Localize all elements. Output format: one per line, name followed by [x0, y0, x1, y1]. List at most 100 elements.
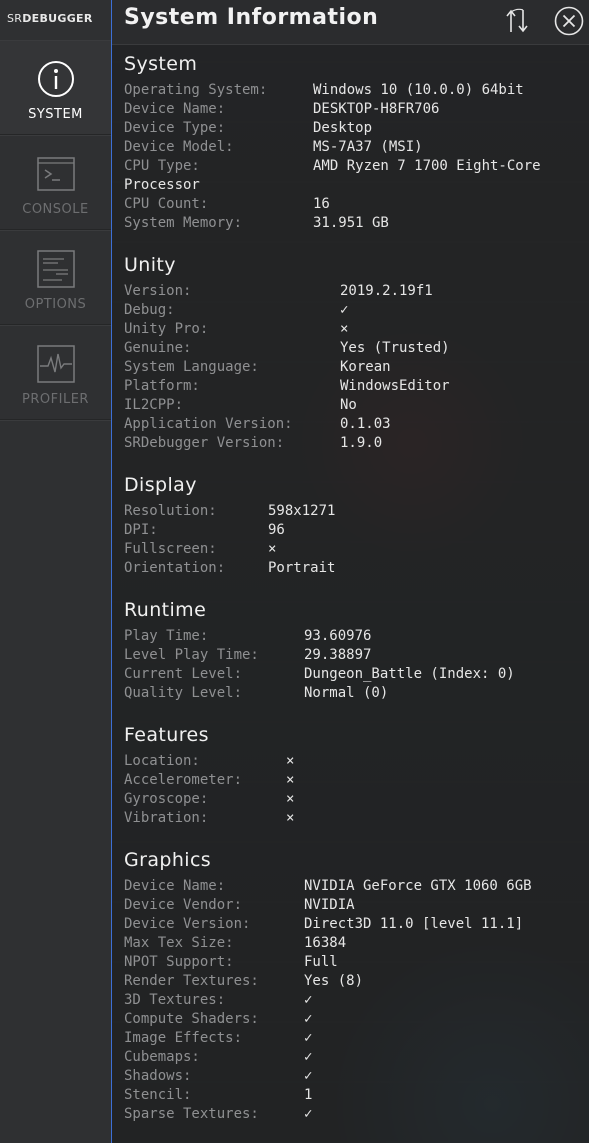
kv-key: Compute Shaders: [124, 1011, 259, 1027]
kv-value: Normal (0) [304, 685, 389, 701]
sidebar: SRDEBUGGER SYSTEM CONSOLE OPTIONS PROFIL… [0, 0, 112, 1143]
srdebugger-logo: SRDEBUGGER [0, 0, 111, 40]
tab-options-label: OPTIONS [24, 297, 87, 312]
kv-row: Device Version: Direct3D 11.0 [level 11.1… [124, 915, 523, 934]
kv-value: Yes (8) [304, 973, 364, 989]
kv-key: Sparse Textures: [124, 1106, 259, 1122]
kv-value: NVIDIA GeForce GTX 1060 6GB [304, 878, 532, 894]
kv-key: Image Effects: [124, 1030, 243, 1046]
kv-key: Application Version: [124, 416, 293, 432]
kv-value: 2019.2.19f1 [340, 283, 433, 299]
kv-value: Yes (Trusted) [340, 340, 450, 356]
kv-value: 16384 [304, 935, 347, 951]
kv-row: Compute Shaders: ✓ [124, 1010, 312, 1029]
kv-value-wrap: Processor [124, 177, 200, 193]
console-icon [36, 157, 75, 191]
kv-row: Version: 2019.2.19f1 [124, 282, 433, 301]
check-icon: ✓ [340, 302, 349, 318]
kv-value: Dungeon_Battle (Index: 0) [304, 666, 515, 682]
kv-row: Unity Pro: × [124, 320, 348, 339]
kv-row: Device Type: Desktop [124, 119, 372, 138]
kv-key: Platform: [124, 378, 200, 394]
cross-icon: × [340, 321, 349, 337]
check-icon: ✓ [304, 1106, 313, 1122]
close-icon[interactable] [554, 6, 584, 36]
kv-row: 3D Textures: ✓ [124, 991, 312, 1010]
kv-row: CPU Count: 16 [124, 195, 330, 214]
kv-row: Shadows: ✓ [124, 1067, 312, 1086]
kv-value: DESKTOP-H8FR706 [313, 101, 440, 117]
tab-profiler-label: PROFILER [22, 392, 89, 407]
kv-row: Location: × [124, 752, 294, 771]
profiler-icon [36, 345, 75, 383]
kv-row: CPU Type: AMD Ryzen 7 1700 Eight-Core [124, 157, 541, 176]
kv-list: Resolution: 598x1271 DPI: 96 Fullscreen: × … [124, 502, 335, 578]
kv-key: Device Name: [124, 878, 226, 894]
cross-icon: × [286, 791, 295, 807]
kv-value: Windows 10 (10.0.0) 64bit [313, 82, 524, 98]
check-icon: ✓ [304, 1030, 313, 1046]
section-title: System [124, 53, 198, 75]
kv-key: SRDebugger Version: [124, 435, 285, 451]
kv-key: Gyroscope: [124, 791, 209, 807]
kv-list: Location: × Accelerometer: × Gyroscope: × V… [124, 752, 294, 828]
kv-row: SRDebugger Version: 1.9.0 [124, 434, 382, 453]
dock-toggle-icon[interactable] [502, 6, 532, 36]
section-runtime: Runtime Play Time: 93.60976 Level Play Ti… [124, 599, 515, 703]
kv-key: Device Vendor: [124, 897, 243, 913]
kv-value: 93.60976 [304, 628, 372, 644]
kv-key: Version: [124, 283, 192, 299]
kv-key: DPI: [124, 522, 158, 538]
kv-value: 29.38897 [304, 647, 372, 663]
logo-text-debugger: DEBUGGER [22, 12, 93, 25]
kv-key: CPU Type: [124, 158, 200, 174]
kv-row-wrap: Processor [124, 176, 200, 195]
kv-key: Device Model: [124, 139, 234, 155]
kv-value: Desktop [313, 120, 373, 136]
kv-value: WindowsEditor [340, 378, 450, 394]
tab-options[interactable]: OPTIONS [0, 230, 111, 325]
kv-key: Genuine: [124, 340, 192, 356]
kv-key: System Memory: [124, 215, 243, 231]
system-info-panel[interactable]: System Operating System: Windows 10 (10.0… [112, 45, 589, 1143]
kv-value: NVIDIA [304, 897, 355, 913]
kv-key: Render Textures: [124, 973, 259, 989]
tab-profiler[interactable]: PROFILER [0, 325, 111, 420]
kv-key: Vibration: [124, 810, 209, 826]
kv-row: Stencil: 1 [124, 1086, 312, 1105]
cross-icon: × [286, 753, 295, 769]
check-icon: ✓ [304, 992, 313, 1008]
kv-key: Shadows: [124, 1068, 192, 1084]
check-icon: ✓ [304, 1049, 313, 1065]
check-icon: ✓ [304, 1068, 313, 1084]
kv-value: 598x1271 [268, 503, 336, 519]
kv-key: Device Version: [124, 916, 251, 932]
page-title: System Information [124, 5, 379, 30]
kv-value: MS-7A37 (MSI) [313, 139, 423, 155]
kv-row: Quality Level: Normal (0) [124, 684, 388, 703]
kv-value: Direct3D 11.0 [level 11.1] [304, 916, 524, 932]
kv-row: Application Version: 0.1.03 [124, 415, 391, 434]
kv-row: Render Textures: Yes (8) [124, 972, 363, 991]
section-title: Graphics [124, 849, 212, 871]
kv-row: Device Name: NVIDIA GeForce GTX 1060 6GB [124, 877, 532, 896]
kv-row: Sparse Textures: ✓ [124, 1105, 312, 1124]
tab-system[interactable]: SYSTEM [0, 40, 111, 135]
tab-console[interactable]: CONSOLE [0, 135, 111, 230]
kv-row: Cubemaps: ✓ [124, 1048, 312, 1067]
kv-row: Platform: WindowsEditor [124, 377, 450, 396]
kv-key: Device Name: [124, 101, 226, 117]
kv-row: Fullscreen: × [124, 540, 276, 559]
kv-value: Full [304, 954, 338, 970]
section-system: System Operating System: Windows 10 (10.0… [124, 53, 541, 233]
section-title: Unity [124, 254, 176, 276]
tab-console-label: CONSOLE [22, 202, 89, 217]
kv-row: DPI: 96 [124, 521, 285, 540]
kv-key: Unity Pro: [124, 321, 209, 337]
kv-value: Portrait [268, 560, 336, 576]
kv-list: Version: 2019.2.19f1 Debug: ✓ Unity Pro: × … [124, 282, 450, 453]
kv-row: Genuine: Yes (Trusted) [124, 339, 450, 358]
section-title: Runtime [124, 599, 207, 621]
kv-key: Quality Level: [124, 685, 243, 701]
kv-value: AMD Ryzen 7 1700 Eight-Core [313, 158, 541, 174]
